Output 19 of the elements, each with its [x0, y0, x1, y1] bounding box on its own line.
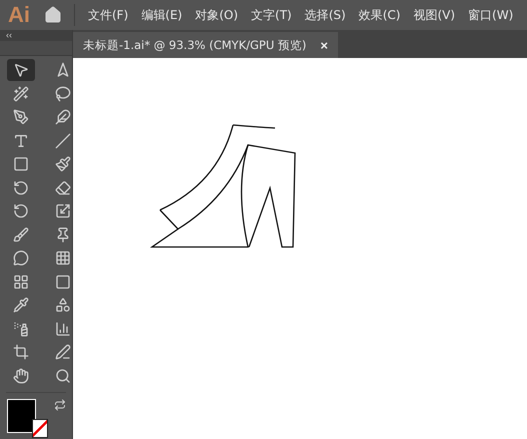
menu-item[interactable]: 视图(V): [408, 6, 460, 24]
menu-item[interactable]: 文字(T): [246, 6, 297, 24]
menu-item[interactable]: 对象(O): [190, 6, 244, 24]
menu-item[interactable]: 效果(C): [354, 6, 406, 24]
collapse-button[interactable]: ‹‹: [0, 30, 72, 41]
menu-item[interactable]: 选择(S): [300, 6, 351, 24]
document-tab[interactable]: 未标题-1.ai* @ 93.3% (CMYK/GPU 预览) ×: [73, 32, 338, 58]
menu-item[interactable]: 文件(F): [83, 6, 134, 24]
stroke-swatch[interactable]: [32, 419, 48, 438]
app-logo: Ai: [8, 2, 31, 28]
close-button[interactable]: ×: [320, 38, 328, 52]
swap-icon[interactable]: [54, 399, 66, 411]
menu-item[interactable]: 编辑(E): [136, 6, 188, 24]
menu-item[interactable]: 窗口(W): [463, 6, 518, 24]
home-button[interactable]: [44, 4, 75, 26]
home-icon: [44, 6, 62, 24]
panel-grip[interactable]: [0, 41, 72, 56]
tab-title: 未标题-1.ai* @ 93.3% (CMYK/GPU 预览): [83, 38, 306, 52]
fill-swatch[interactable]: [7, 399, 36, 433]
